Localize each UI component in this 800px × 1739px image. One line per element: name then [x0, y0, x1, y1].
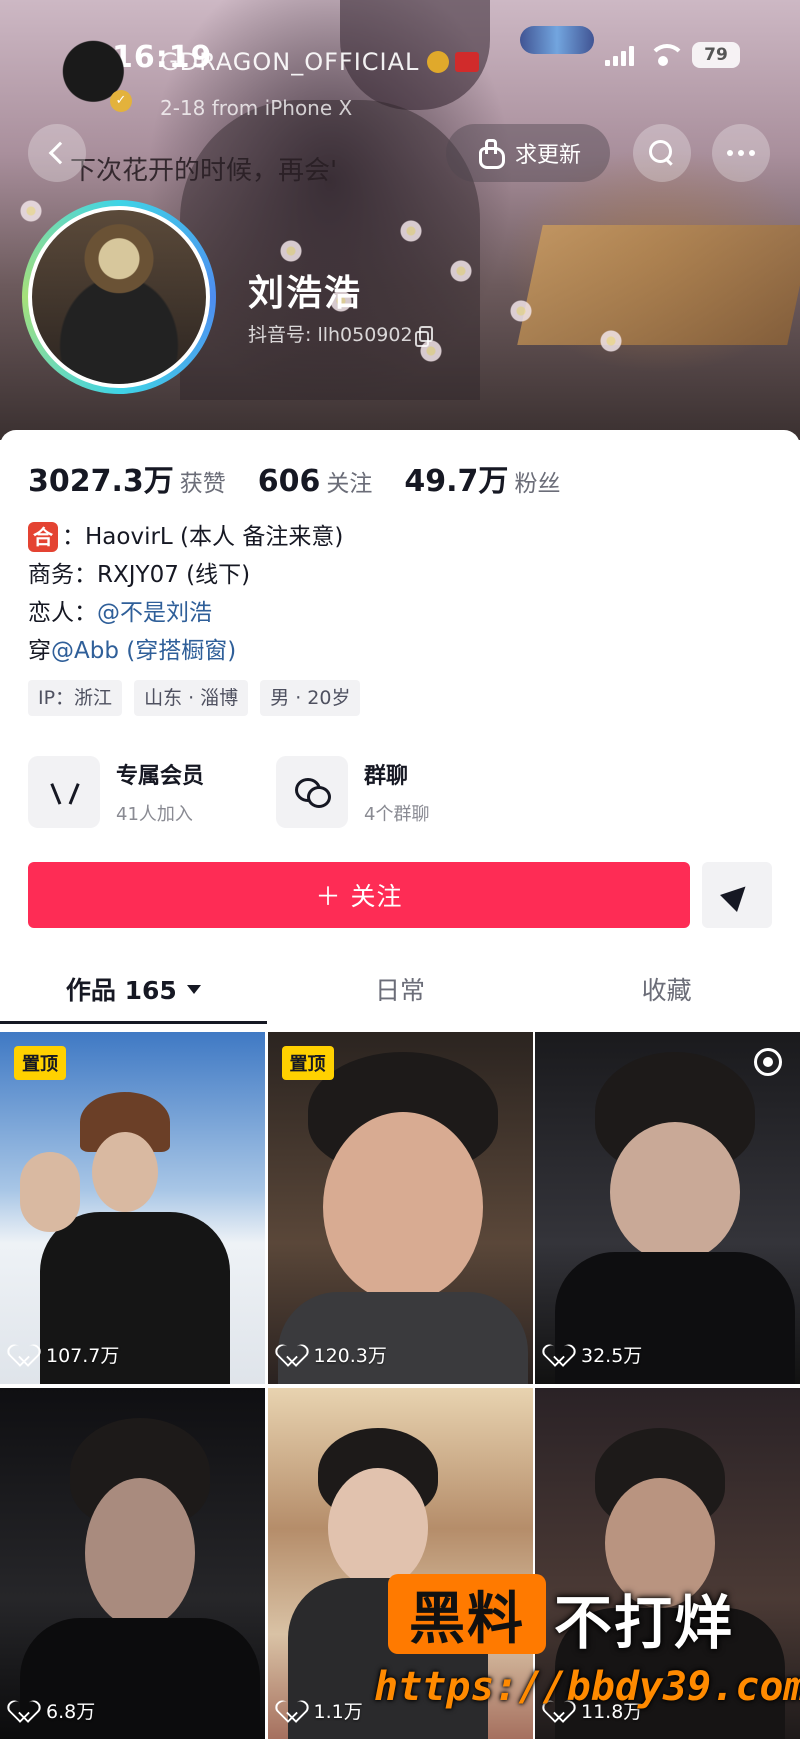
douyin-id[interactable]: 抖音号: llh050902	[248, 320, 433, 347]
bio-line: 商务：RXJY07 (线下)	[28, 562, 251, 588]
search-button[interactable]	[633, 124, 691, 182]
post-meta: 2-18 from iPhone X	[160, 96, 353, 120]
content-tabs: 作品 165 日常 收藏	[0, 954, 800, 1024]
back-button[interactable]	[28, 124, 86, 182]
stat-following[interactable]: 606 关注	[258, 464, 373, 499]
status-icons: 79	[605, 42, 740, 68]
more-button[interactable]	[712, 124, 770, 182]
sticker	[520, 26, 594, 54]
profile-card: 3027.3万 获赞 606 关注 49.7万 粉丝 合：HaovirL (本人 备注…	[0, 430, 800, 1739]
caret-down-icon	[186, 984, 201, 994]
showcase-link[interactable]: @Abb (穿搭橱窗)	[51, 632, 236, 670]
heart-icon	[282, 1345, 304, 1365]
pinned-badge: 置顶	[14, 1046, 66, 1080]
flower	[600, 330, 622, 352]
like-count: 6.8万	[14, 1697, 95, 1724]
video-thumbnail[interactable]: 置顶 120.3万	[267, 1032, 533, 1384]
signal-icon	[605, 44, 634, 66]
post-account-name: GDRAGON_OFFICIAL	[160, 48, 480, 76]
video-thumbnail[interactable]: 置顶 107.7万	[0, 1032, 265, 1384]
flower	[280, 240, 302, 262]
live-icon	[754, 1048, 782, 1076]
flower	[450, 260, 472, 282]
tag-location: 山东 · 淄博	[134, 680, 249, 716]
stat-likes: 3027.3万 获赞	[28, 464, 226, 499]
video-thumbnail[interactable]: 6.8万	[0, 1388, 265, 1739]
flag-icon	[455, 52, 480, 72]
partner-link[interactable]: @不是刘浩	[97, 594, 212, 632]
membership-entry[interactable]: 专属会员 41人加入	[28, 754, 248, 830]
v-icon	[28, 756, 100, 828]
he-badge-icon: 合	[28, 522, 58, 552]
profile-name: 刘浩浩	[248, 273, 363, 314]
like-count: 120.3万	[282, 1341, 387, 1368]
crown-icon	[427, 51, 450, 73]
banner-wood	[517, 225, 800, 345]
heart-icon	[549, 1345, 571, 1365]
chevron-left-icon	[48, 141, 72, 165]
stat-followers[interactable]: 49.7万 粉丝	[404, 456, 560, 500]
avatar-image	[28, 206, 210, 388]
watermark-url: https://bbdy39.com	[374, 1664, 800, 1710]
group-chat-icon	[276, 756, 348, 828]
bio-line: 穿 @Abb (穿搭橱窗)	[28, 632, 343, 670]
heart-icon	[14, 1345, 36, 1365]
like-count: 107.7万	[14, 1341, 119, 1368]
post-avatar: ✓	[60, 38, 134, 112]
verified-icon: ✓	[110, 90, 132, 112]
bio: 合：HaovirL (本人 备注来意) 商务：RXJY07 (线下) 恋人： @不…	[28, 518, 343, 670]
tab-favorites[interactable]: 收藏	[533, 954, 800, 1024]
hand-pointer-icon	[475, 139, 505, 169]
heart-icon	[14, 1701, 36, 1721]
profile-tags: IP：浙江 山东 · 淄博 男 · 20岁	[28, 680, 361, 716]
group-chat-entry[interactable]: 群聊 4个群聊	[276, 754, 496, 830]
like-count: 32.5万	[549, 1341, 642, 1368]
share-button[interactable]	[702, 862, 772, 928]
profile-avatar[interactable]	[22, 200, 216, 394]
bio-line: 合：HaovirL (本人 备注来意)	[28, 518, 343, 556]
more-icon	[727, 150, 755, 156]
watermark: 黑料 不打烊 https://bbdy39.com	[374, 1574, 800, 1734]
post-caption: 下次花开的时候，再会'	[70, 156, 338, 186]
follow-button[interactable]: ＋ 关注	[28, 862, 690, 928]
request-update-button[interactable]: 求更新	[446, 124, 610, 182]
bio-line: 恋人： @不是刘浩	[28, 594, 343, 632]
tab-works[interactable]: 作品 165	[0, 954, 267, 1024]
search-icon	[649, 140, 675, 166]
heart-icon	[282, 1701, 304, 1721]
like-count: 1.1万	[282, 1697, 363, 1724]
send-icon	[720, 878, 754, 912]
video-thumbnail[interactable]: 32.5万	[535, 1032, 800, 1384]
flower	[510, 300, 532, 322]
battery-icon: 79	[692, 42, 740, 68]
tab-daily[interactable]: 日常	[267, 954, 534, 1024]
tag-gender-age: 男 · 20岁	[260, 680, 361, 716]
stats-row: 3027.3万 获赞 606 关注 49.7万 粉丝	[28, 456, 592, 500]
tag-ip: IP：浙江	[28, 680, 123, 716]
copy-icon[interactable]	[414, 325, 433, 347]
flower	[20, 200, 42, 222]
flower	[400, 220, 422, 242]
wifi-icon	[648, 44, 686, 66]
watermark-text: 不打烊	[554, 1589, 735, 1657]
watermark-box: 黑料	[388, 1574, 546, 1654]
feature-row: 专属会员 41人加入 群聊 4个群聊	[28, 754, 496, 830]
pinned-badge: 置顶	[281, 1046, 334, 1080]
